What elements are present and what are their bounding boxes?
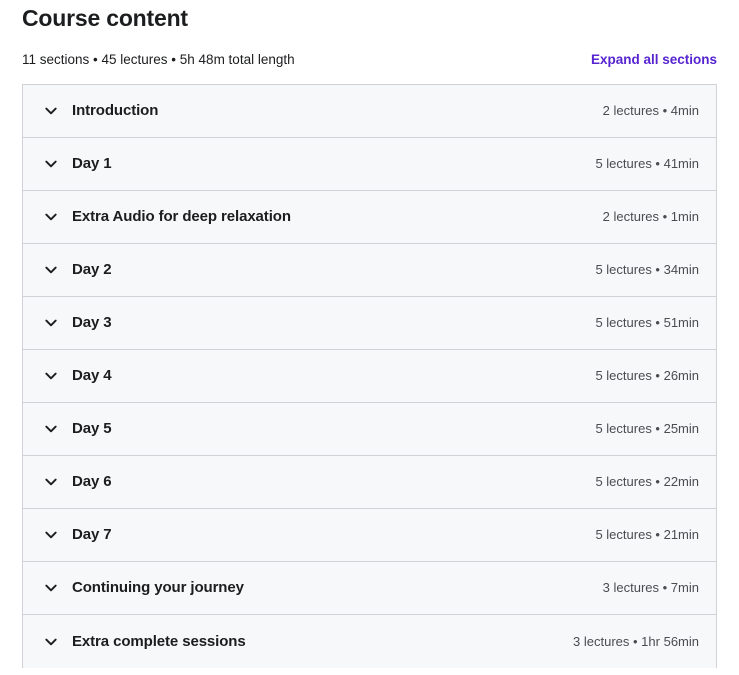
chevron-down-icon — [43, 209, 59, 225]
section-title: Day 1 — [72, 155, 112, 172]
section-row[interactable]: Introduction 2 lectures • 4min — [23, 85, 716, 138]
section-title: Day 6 — [72, 473, 112, 490]
chevron-down-icon — [43, 156, 59, 172]
chevron-down-icon — [43, 315, 59, 331]
section-meta: 5 lectures • 26min — [595, 368, 699, 383]
chevron-down-icon — [43, 580, 59, 596]
section-meta: 3 lectures • 7min — [602, 580, 699, 595]
section-title: Continuing your journey — [72, 579, 244, 596]
section-meta: 3 lectures • 1hr 56min — [573, 633, 699, 649]
course-summary-text: 11 sections • 45 lectures • 5h 48m total… — [22, 52, 295, 67]
chevron-down-icon — [43, 368, 59, 384]
section-title: Day 3 — [72, 314, 112, 331]
section-meta: 5 lectures • 21min — [595, 527, 699, 542]
section-meta: 2 lectures • 4min — [602, 103, 699, 118]
section-row[interactable]: Day 5 5 lectures • 25min — [23, 403, 716, 456]
section-row[interactable]: Extra Audio for deep relaxation 2 lecture… — [23, 191, 716, 244]
section-meta: 5 lectures • 25min — [595, 421, 699, 436]
section-meta: 5 lectures • 41min — [595, 156, 699, 171]
course-summary-row: 11 sections • 45 lectures • 5h 48m total… — [22, 50, 717, 72]
section-title: Day 2 — [72, 261, 112, 278]
section-meta: 5 lectures • 51min — [595, 315, 699, 330]
section-meta: 5 lectures • 34min — [595, 262, 699, 277]
section-row[interactable]: Day 6 5 lectures • 22min — [23, 456, 716, 509]
section-row[interactable]: Day 4 5 lectures • 26min — [23, 350, 716, 403]
section-row[interactable]: Continuing your journey 3 lectures • 7min — [23, 562, 716, 615]
chevron-down-icon — [43, 474, 59, 490]
chevron-down-icon — [43, 103, 59, 119]
section-title: Day 5 — [72, 420, 112, 437]
section-title: Extra Audio for deep relaxation — [72, 208, 291, 225]
chevron-down-icon — [43, 527, 59, 543]
expand-all-sections-link[interactable]: Expand all sections — [591, 50, 717, 70]
chevron-down-icon — [43, 634, 59, 650]
section-title: Day 7 — [72, 526, 112, 543]
section-title: Extra complete sessions — [72, 632, 246, 650]
course-sections-accordion: Introduction 2 lectures • 4min Day 1 5 lect… — [22, 84, 717, 668]
section-row[interactable]: Day 7 5 lectures • 21min — [23, 509, 716, 562]
section-row[interactable]: Extra complete sessions 3 lectures • 1hr … — [23, 615, 716, 668]
section-meta: 2 lectures • 1min — [602, 209, 699, 224]
section-title: Day 4 — [72, 367, 112, 384]
section-row[interactable]: Day 2 5 lectures • 34min — [23, 244, 716, 297]
section-meta: 5 lectures • 22min — [595, 474, 699, 489]
chevron-down-icon — [43, 421, 59, 437]
chevron-down-icon — [43, 262, 59, 278]
section-row[interactable]: Day 1 5 lectures • 41min — [23, 138, 716, 191]
section-row[interactable]: Day 3 5 lectures • 51min — [23, 297, 716, 350]
section-title: Introduction — [72, 102, 159, 119]
page-title: Course content — [22, 5, 188, 31]
course-content-panel: Course content 11 sections • 45 lectures… — [0, 0, 739, 675]
